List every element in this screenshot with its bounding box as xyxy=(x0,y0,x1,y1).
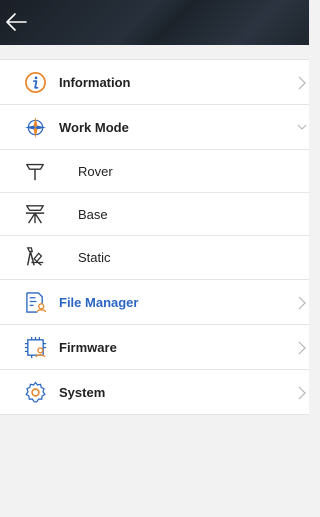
chevron-right-icon xyxy=(298,296,306,310)
menu-item-file-manager[interactable]: File Manager xyxy=(0,280,309,325)
work-mode-item-rover[interactable]: Rover xyxy=(0,150,309,193)
chevron-right-icon xyxy=(298,386,306,400)
work-mode-item-static[interactable]: Static xyxy=(0,236,309,279)
chevron-down-icon xyxy=(297,124,307,130)
work-mode-submenu: Rover Base Static xyxy=(0,150,309,280)
chevron-right-icon xyxy=(298,76,306,90)
gear-icon xyxy=(25,381,46,403)
menu-item-label: Firmware xyxy=(59,340,117,355)
arrow-left-icon xyxy=(6,13,27,31)
static-survey-icon xyxy=(26,247,44,266)
menu-item-firmware[interactable]: Firmware xyxy=(0,325,309,370)
work-mode-item-label: Rover xyxy=(78,164,113,179)
back-button[interactable] xyxy=(4,10,30,34)
work-mode-item-label: Static xyxy=(78,250,111,265)
menu-item-work-mode[interactable]: Work Mode xyxy=(0,105,309,150)
menu-item-label: Information xyxy=(59,75,131,90)
file-manager-icon xyxy=(26,292,47,313)
menu-item-system[interactable]: System xyxy=(0,370,309,415)
menu-item-label: System xyxy=(59,385,106,400)
info-circle-icon xyxy=(25,72,46,93)
work-mode-item-base[interactable]: Base xyxy=(0,193,309,236)
rover-antenna-icon xyxy=(26,163,44,181)
menu-item-label: Work Mode xyxy=(59,120,129,135)
base-tripod-icon xyxy=(25,205,45,224)
chevron-right-icon xyxy=(298,341,306,355)
menu-item-information[interactable]: Information xyxy=(0,60,309,105)
menu-item-label: File Manager xyxy=(59,295,139,310)
work-mode-item-label: Base xyxy=(78,207,108,222)
firmware-chip-icon xyxy=(24,336,47,359)
settings-menu: Information Work Mode Rover Base Static … xyxy=(0,59,309,415)
compass-icon xyxy=(24,116,47,139)
app-header xyxy=(0,0,309,45)
